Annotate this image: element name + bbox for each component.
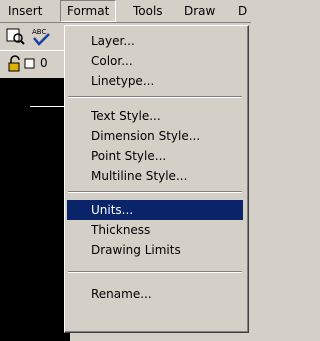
- menu-tools[interactable]: Tools: [127, 0, 169, 22]
- drawing-area[interactable]: [0, 78, 70, 341]
- menu-item-dimension-style[interactable]: Dimension Style...: [67, 126, 243, 146]
- menu-item-point-style[interactable]: Point Style...: [67, 146, 243, 166]
- menu-item-units[interactable]: Units...: [67, 200, 243, 220]
- menu-format[interactable]: Format: [60, 0, 117, 22]
- layer-color-swatch-icon: [24, 58, 35, 69]
- menu-item-thickness[interactable]: Thickness: [67, 220, 243, 240]
- menu-bar: Insert Format Tools Draw D: [0, 0, 251, 23]
- menu-insert[interactable]: Insert: [2, 0, 48, 22]
- menu-d-truncated[interactable]: D: [232, 0, 253, 22]
- menu-item-layer[interactable]: Layer...: [67, 31, 243, 51]
- menu-separator: [68, 96, 242, 98]
- menu-item-multiline-style[interactable]: Multiline Style...: [67, 166, 243, 186]
- menu-draw[interactable]: Draw: [178, 0, 221, 22]
- menu-item-drawing-limits[interactable]: Drawing Limits: [67, 240, 243, 260]
- menu-item-text-style[interactable]: Text Style...: [67, 106, 243, 126]
- layer-toolbar: 0: [0, 50, 70, 77]
- standard-toolbar: ABC: [0, 23, 70, 49]
- menu-separator: [68, 271, 242, 273]
- svg-text:ABC: ABC: [32, 28, 46, 36]
- print-preview-icon[interactable]: [4, 25, 26, 47]
- menu-separator: [68, 191, 242, 193]
- format-menu: Layer... Color... Linetype... Text Style…: [64, 25, 249, 333]
- spell-check-icon[interactable]: ABC: [30, 25, 52, 47]
- menu-item-color[interactable]: Color...: [67, 51, 243, 71]
- menu-item-linetype[interactable]: Linetype...: [67, 71, 243, 91]
- menu-item-rename[interactable]: Rename...: [67, 284, 243, 304]
- layer-lock-icon[interactable]: [4, 53, 26, 75]
- layer-name-label: 0: [40, 56, 48, 70]
